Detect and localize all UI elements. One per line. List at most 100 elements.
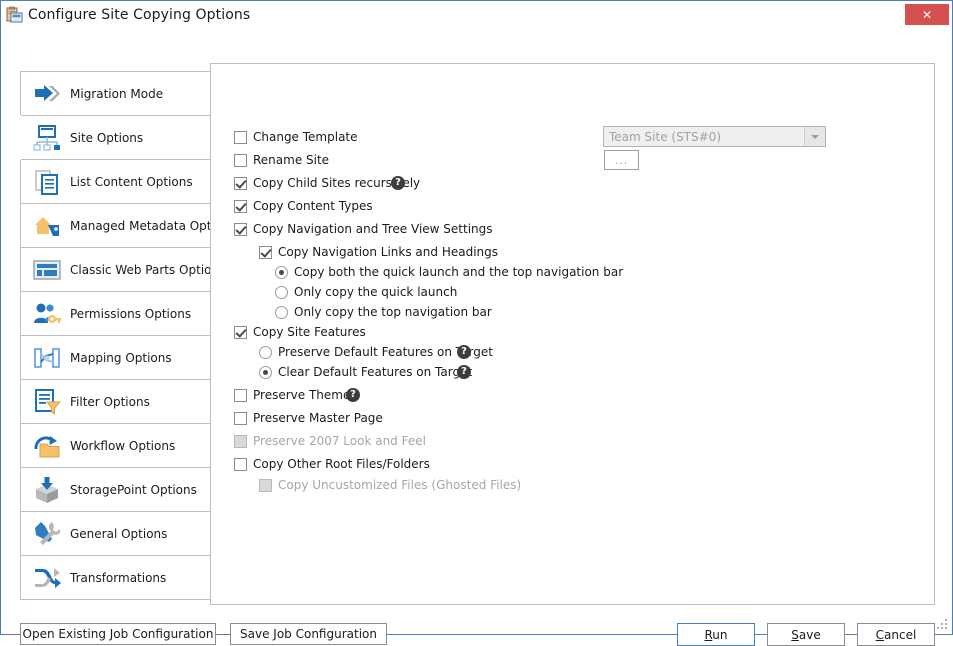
close-button[interactable]: ✕ bbox=[905, 4, 949, 25]
option-label-only-top-nav: Only copy the top navigation bar bbox=[294, 305, 492, 319]
help-icon-copy-child-sites[interactable]: ? bbox=[391, 176, 405, 190]
sidebar-item-label: Filter Options bbox=[70, 395, 150, 409]
checkbox-copy-nav-links[interactable] bbox=[259, 246, 272, 259]
house-tag-icon bbox=[32, 211, 62, 241]
radio-only-top-nav[interactable] bbox=[275, 306, 288, 319]
sidebar-item-site-options[interactable]: Site Options bbox=[20, 115, 211, 159]
option-label-copy-uncustomized: Copy Uncustomized Files (Ghosted Files) bbox=[278, 478, 521, 492]
option-row-copy-other-root: Copy Other Root Files/Folders bbox=[234, 457, 430, 471]
rename-site-browse-button[interactable]: ... bbox=[604, 150, 639, 170]
checkbox-copy-content-types[interactable] bbox=[234, 200, 247, 213]
sidebar-item-filter-options[interactable]: Filter Options bbox=[21, 379, 210, 423]
save-job-configuration-button[interactable]: Save Job Configuration bbox=[230, 623, 387, 645]
site-tree-icon bbox=[32, 123, 62, 153]
option-row-copy-both-nav: Copy both the quick launch and the top n… bbox=[275, 265, 623, 279]
sidebar-item-label: Site Options bbox=[70, 131, 143, 145]
window-title: Configure Site Copying Options bbox=[28, 7, 250, 23]
sidebar-item-migration-mode[interactable]: Migration Mode bbox=[21, 71, 210, 115]
sidebar-item-mapping-options[interactable]: Mapping Options bbox=[21, 335, 210, 379]
option-row-only-top-nav: Only copy the top navigation bar bbox=[275, 305, 492, 319]
option-label-rename-site: Rename Site bbox=[253, 153, 329, 167]
help-icon-clear-default-feat[interactable]: ? bbox=[457, 365, 471, 379]
option-label-copy-both-nav: Copy both the quick launch and the top n… bbox=[294, 265, 623, 279]
checkbox-preserve-themes[interactable] bbox=[234, 389, 247, 402]
sidebar-item-general-options[interactable]: General Options bbox=[21, 511, 210, 555]
sidebar-item-label: Mapping Options bbox=[70, 351, 172, 365]
checkbox-copy-site-features[interactable] bbox=[234, 326, 247, 339]
checkbox-rename-site[interactable] bbox=[234, 154, 247, 167]
option-row-copy-content-types: Copy Content Types bbox=[234, 199, 373, 213]
option-label-preserve-themes: Preserve Themes bbox=[253, 388, 357, 402]
option-row-preserve-2007-look: Preserve 2007 Look and Feel bbox=[234, 434, 426, 448]
shuffle-arrows-icon bbox=[32, 563, 62, 593]
option-row-copy-site-features: Copy Site Features bbox=[234, 325, 366, 339]
sidebar-item-workflow-options[interactable]: Workflow Options bbox=[21, 423, 210, 467]
filter-doc-icon bbox=[32, 387, 62, 417]
sidebar-item-label: Migration Mode bbox=[70, 87, 163, 101]
option-label-change-template: Change Template bbox=[253, 130, 358, 144]
open-existing-job-configuration-button[interactable]: Open Existing Job Configuration bbox=[20, 623, 216, 645]
radio-only-quick-launch[interactable] bbox=[275, 286, 288, 299]
webpart-icon bbox=[32, 255, 62, 285]
box-download-icon bbox=[32, 475, 62, 505]
radio-copy-both-nav[interactable] bbox=[275, 266, 288, 279]
template-combobox[interactable]: Team Site (STS#0) bbox=[603, 126, 826, 147]
option-row-change-template: Change Template bbox=[234, 130, 358, 144]
option-row-preserve-default-feat: Preserve Default Features on Target? bbox=[259, 345, 493, 359]
sidebar-item-managed-metadata-options[interactable]: Managed Metadata Options bbox=[21, 203, 210, 247]
option-row-rename-site: Rename Site bbox=[234, 153, 329, 167]
checkbox-copy-uncustomized bbox=[259, 479, 272, 492]
sidebar-item-list-content-options[interactable]: List Content Options bbox=[21, 159, 210, 203]
help-icon-preserve-default-feat[interactable]: ? bbox=[457, 345, 471, 359]
arrows-right-icon bbox=[32, 79, 62, 109]
option-row-copy-nav-tree: Copy Navigation and Tree View Settings bbox=[234, 222, 493, 236]
radio-preserve-default-feat[interactable] bbox=[259, 346, 272, 359]
dialog-window: Configure Site Copying Options ✕ Migrati… bbox=[0, 0, 953, 635]
sidebar-item-label: Transformations bbox=[70, 571, 166, 585]
documents-icon bbox=[32, 167, 62, 197]
sidebar-item-storagepoint-options[interactable]: StoragePoint Options bbox=[21, 467, 210, 511]
sidebar-item-permissions-options[interactable]: Permissions Options bbox=[21, 291, 210, 335]
resize-grip-icon[interactable] bbox=[936, 619, 948, 631]
site-options-panel: Change Template Rename Site Copy Child Sit… bbox=[210, 63, 935, 605]
option-row-clear-default-feat: Clear Default Features on Target? bbox=[259, 365, 472, 379]
option-label-copy-other-root: Copy Other Root Files/Folders bbox=[253, 457, 430, 471]
option-label-copy-nav-links: Copy Navigation Links and Headings bbox=[278, 245, 498, 259]
option-row-copy-nav-links: Copy Navigation Links and Headings bbox=[259, 245, 498, 259]
option-label-copy-site-features: Copy Site Features bbox=[253, 325, 366, 339]
template-combobox-value: Team Site (STS#0) bbox=[604, 130, 804, 144]
option-row-only-quick-launch: Only copy the quick launch bbox=[275, 285, 457, 299]
option-label-copy-nav-tree: Copy Navigation and Tree View Settings bbox=[253, 222, 493, 236]
help-icon-preserve-themes[interactable]: ? bbox=[346, 388, 360, 402]
users-key-icon bbox=[32, 299, 62, 329]
sidebar-item-label: Classic Web Parts Options bbox=[70, 263, 225, 277]
sidebar-item-label: Permissions Options bbox=[70, 307, 191, 321]
option-label-only-quick-launch: Only copy the quick launch bbox=[294, 285, 457, 299]
chevron-down-icon[interactable] bbox=[804, 127, 825, 146]
sidebar-item-classic-web-parts-options[interactable]: Classic Web Parts Options bbox=[21, 247, 210, 291]
option-label-clear-default-feat: Clear Default Features on Target bbox=[278, 365, 472, 379]
option-row-preserve-master-page: Preserve Master Page bbox=[234, 411, 383, 425]
sidebar-item-transformations[interactable]: Transformations bbox=[21, 555, 210, 599]
hammer-wrench-icon bbox=[32, 519, 62, 549]
checkbox-copy-child-sites[interactable] bbox=[234, 177, 247, 190]
sidebar-item-label: StoragePoint Options bbox=[70, 483, 197, 497]
checkbox-change-template[interactable] bbox=[234, 131, 247, 144]
option-label-copy-content-types: Copy Content Types bbox=[253, 199, 373, 213]
title-bar: Configure Site Copying Options ✕ bbox=[1, 1, 952, 30]
option-row-copy-uncustomized: Copy Uncustomized Files (Ghosted Files) bbox=[259, 478, 521, 492]
workflow-folder-icon bbox=[32, 431, 62, 461]
option-label-preserve-master-page: Preserve Master Page bbox=[253, 411, 383, 425]
checkbox-copy-other-root[interactable] bbox=[234, 458, 247, 471]
option-label-preserve-2007-look: Preserve 2007 Look and Feel bbox=[253, 434, 426, 448]
checkbox-preserve-2007-look bbox=[234, 435, 247, 448]
checkbox-preserve-master-page[interactable] bbox=[234, 412, 247, 425]
option-row-copy-child-sites: Copy Child Sites recursively? bbox=[234, 176, 420, 190]
radio-clear-default-feat[interactable] bbox=[259, 366, 272, 379]
checkbox-copy-nav-tree[interactable] bbox=[234, 223, 247, 236]
options-sidebar: Migration Mode Site Options List Content O… bbox=[20, 71, 211, 600]
option-row-preserve-themes: Preserve Themes? bbox=[234, 388, 357, 402]
sidebar-item-label: General Options bbox=[70, 527, 167, 541]
sidebar-item-label: List Content Options bbox=[70, 175, 193, 189]
mapping-icon bbox=[32, 343, 62, 373]
